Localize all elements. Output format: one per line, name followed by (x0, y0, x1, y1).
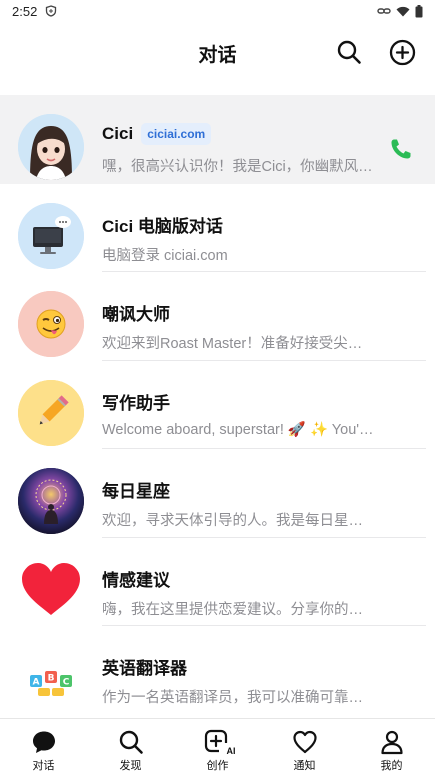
conversation-row-love-advice[interactable]: 情感建议 嗨，我在这里提供恋爱建议。分享你的故事吧 (0, 538, 435, 626)
tab-notifications[interactable]: 通知 (261, 719, 348, 774)
search-button[interactable] (333, 36, 365, 68)
tab-create[interactable]: AI 创作 (174, 719, 261, 774)
new-chat-button[interactable] (386, 36, 418, 68)
conversation-title: 每日星座 (102, 477, 170, 502)
website-tag[interactable]: ciciai.com (141, 123, 212, 145)
winking-tongue-emoji (18, 291, 84, 357)
conversation-row-cici[interactable]: Cici ciciai.com 嘿，很高兴认识你！我是Cici，你幽默风趣的朋友 (0, 95, 435, 184)
ai-badge: AI (226, 746, 236, 756)
status-right (377, 4, 423, 18)
pencil-emoji (18, 379, 84, 446)
conversation-preview: 嗨，我在这里提供恋爱建议。分享你的故事吧 (102, 601, 374, 618)
conversation-preview: Welcome aboard, superstar! 🚀 ✨ You're he… (102, 421, 374, 438)
svg-text:B: B (48, 674, 55, 684)
conversation-name: 嘲讽大师 (102, 305, 170, 324)
search-icon (117, 728, 145, 756)
conversation-title: 英语翻译器 (102, 654, 187, 679)
conversation-name: Cici 电脑版对话 (102, 216, 223, 236)
conversation-row-daily-horoscope[interactable]: 每日星座 欢迎，寻求天体引导的人。我是每日星座运势 (0, 449, 435, 538)
conversation-title: Cici ciciai.com (102, 123, 212, 145)
create-ai-icon: AI (204, 728, 236, 756)
conversation-row-cici-desktop[interactable]: Cici 电脑版对话 电脑登录 ciciai.com (0, 184, 435, 272)
tab-chats[interactable]: 对话 (0, 719, 87, 774)
status-time: 2:52 (12, 3, 38, 19)
heart-icon (291, 728, 319, 756)
computer-chat-avatar (18, 202, 84, 269)
tab-label: 通知 (293, 760, 316, 772)
add-circle-icon (389, 39, 415, 65)
conversation-list: Cici ciciai.com 嘿，很高兴认识你！我是Cici，你幽默风趣的朋友… (0, 95, 435, 715)
bottom-tab-bar: 对话 发现 AI 创作 通知 我的 (0, 718, 435, 774)
conversation-preview: 欢迎，寻求天体引导的人。我是每日星座运势 (102, 513, 374, 529)
conversation-name: 写作助手 (102, 393, 170, 413)
conversation-preview: 嘿，很高兴认识你！我是Cici，你幽默风趣的朋友 (102, 159, 374, 175)
status-left: 2:52 (12, 4, 57, 19)
conversation-title: Cici 电脑版对话 (102, 212, 223, 237)
tab-label: 创作 (206, 760, 229, 772)
app-header: 对话 (0, 22, 435, 84)
phone-icon (391, 139, 411, 159)
conversation-title: 嘲讽大师 (102, 300, 170, 325)
search-icon (337, 40, 361, 64)
conversation-preview: 电脑登录 ciciai.com (102, 247, 228, 264)
page-title: 对话 (198, 45, 237, 66)
conversation-name: 情感建议 (102, 570, 170, 590)
svg-text:A: A (33, 678, 40, 688)
conversation-preview: 欢迎来到Roast Master！准备好接受尖锐的吐槽 (102, 336, 374, 352)
conversation-title: 情感建议 (102, 566, 170, 591)
conversation-row-writing-assistant[interactable]: 写作助手 Welcome aboard, superstar! 🚀 ✨ You'… (0, 361, 435, 449)
conversation-preview: 作为一名英语翻译员，我可以准确可靠地翻译 (102, 690, 374, 706)
status-bar: 2:52 (0, 0, 435, 22)
link-icon (377, 8, 391, 14)
conversation-name: Cici (102, 124, 134, 143)
conversation-row-english-translator[interactable]: A B C 英语翻译器 作为一名英语翻译员，我可以准确可靠地翻译 (0, 626, 435, 715)
battery-icon (415, 4, 423, 17)
wifi-icon (396, 6, 410, 16)
conversation-name: 英语翻译器 (102, 659, 187, 678)
shield-icon (46, 5, 57, 17)
conversation-name: 每日星座 (102, 482, 170, 501)
tab-profile[interactable]: 我的 (348, 719, 435, 774)
voice-call-button[interactable] (389, 137, 413, 161)
conversation-title: 写作助手 (102, 389, 170, 414)
tab-label: 我的 (380, 760, 403, 772)
girl-avatar (18, 114, 84, 180)
tab-label: 对话 (32, 760, 55, 772)
red-heart-avatar (18, 556, 84, 623)
tab-label: 发现 (119, 760, 142, 772)
conversation-row-roast-master[interactable]: 嘲讽大师 欢迎来到Roast Master！准备好接受尖锐的吐槽 (0, 272, 435, 361)
person-icon (378, 728, 406, 756)
cosmic-meditation-avatar (18, 468, 84, 534)
chat-bubble-icon (30, 728, 58, 756)
abc-blocks-avatar: A B C (18, 645, 84, 711)
tab-discover[interactable]: 发现 (87, 719, 174, 774)
svg-text:C: C (63, 678, 70, 688)
